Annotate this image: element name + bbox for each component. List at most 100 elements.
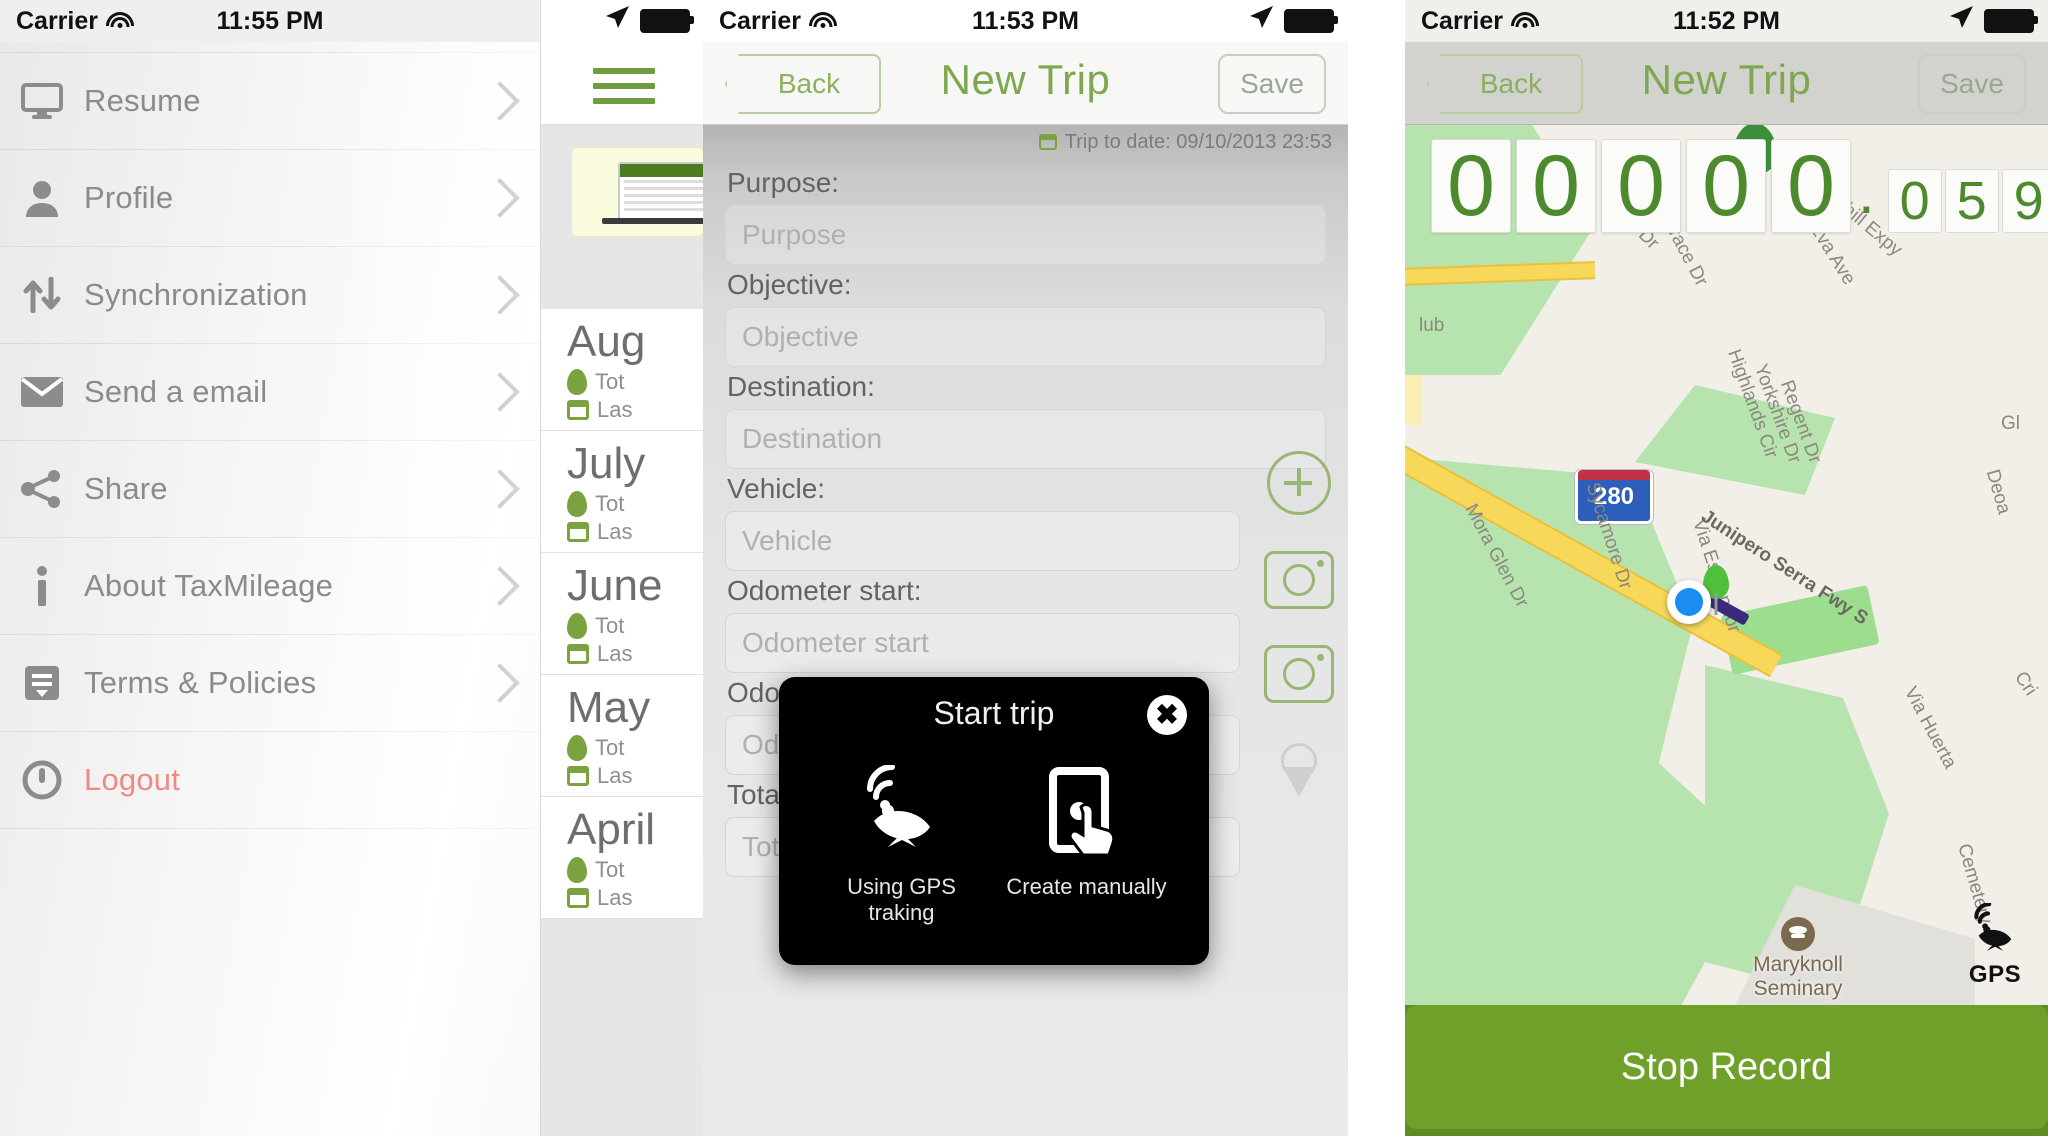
odometer-start-input[interactable]: Odometer start bbox=[725, 613, 1240, 673]
tap-phone-icon bbox=[1002, 758, 1172, 868]
odometer-separator: . bbox=[1858, 159, 1875, 226]
save-button[interactable]: Save bbox=[1218, 54, 1326, 114]
sync-arrows-icon bbox=[0, 277, 84, 313]
sidebar-item-send-a-email[interactable]: Send a email bbox=[0, 344, 540, 441]
form-side-buttons bbox=[1264, 451, 1334, 803]
promo-card[interactable] bbox=[571, 147, 704, 237]
gps-label: GPS bbox=[1968, 961, 2022, 988]
map-label: lub bbox=[1419, 315, 1445, 336]
list-item[interactable]: April Tot Las bbox=[541, 797, 704, 919]
option-gps-tracking[interactable]: Using GPS traking bbox=[817, 758, 987, 926]
close-x-icon[interactable]: ✖ bbox=[1147, 695, 1187, 735]
plus-circle-icon[interactable] bbox=[1267, 451, 1331, 515]
laptop-base bbox=[602, 218, 703, 224]
odometer-digit: 0 bbox=[1601, 139, 1681, 233]
sidebar-item-label: Send a email bbox=[84, 374, 268, 409]
odometer-decimal-digit: 0 bbox=[1887, 169, 1942, 233]
list-item[interactable]: June Tot Las bbox=[541, 553, 704, 675]
list-item[interactable]: Aug Tot Las bbox=[541, 309, 704, 431]
option-create-manually[interactable]: Create manually bbox=[1002, 758, 1172, 926]
objective-input[interactable]: Objective bbox=[725, 307, 1326, 367]
save-button[interactable]: Save bbox=[1918, 54, 2026, 114]
sidebar-item-logout[interactable]: Logout bbox=[0, 732, 540, 829]
battery-icon bbox=[1984, 9, 2038, 33]
month-label: April bbox=[567, 805, 656, 854]
last-label: Las bbox=[597, 763, 633, 788]
calendar-icon bbox=[1038, 134, 1057, 150]
chevron-right-icon bbox=[480, 372, 520, 412]
map-view[interactable]: 280 lub Loyola Mora Dr Terrace Dr Eva Av… bbox=[1405, 125, 2048, 1005]
purpose-input[interactable]: Purpose bbox=[725, 205, 1326, 265]
total-label: Tot bbox=[595, 613, 625, 638]
last-row: Las bbox=[567, 519, 704, 545]
odometer-digit: 0 bbox=[1771, 139, 1851, 233]
last-row: Las bbox=[567, 763, 704, 789]
calendar-icon bbox=[567, 644, 589, 664]
envelope-icon bbox=[0, 376, 84, 408]
panel-new-trip-form: Carrier 11:53 PM Back New Trip Save Trip… bbox=[703, 0, 1348, 1136]
document-icon bbox=[0, 664, 84, 702]
status-bar-right bbox=[1248, 5, 1338, 38]
sidebar-item-share[interactable]: Share bbox=[0, 441, 540, 538]
chevron-right-icon bbox=[480, 81, 520, 121]
clock-label: 11:55 PM bbox=[216, 6, 324, 35]
sidebar-item-label: Resume bbox=[84, 83, 201, 118]
odometer-decimals: 0 5 9 bbox=[1887, 169, 2048, 233]
hamburger-menu-icon[interactable] bbox=[593, 68, 655, 113]
nav-bar: Back New Trip Save bbox=[1405, 42, 2048, 125]
panel-side-menu: Carrier 11:55 PM Resume Profile Synchron… bbox=[0, 0, 540, 1136]
sidebar-item-profile[interactable]: Profile bbox=[0, 150, 540, 247]
panel-gutter bbox=[1348, 0, 1405, 1136]
sidebar-item-terms-policies[interactable]: Terms & Policies bbox=[0, 635, 540, 732]
info-icon bbox=[0, 566, 84, 606]
odometer-decimal-digit: 9 bbox=[2001, 169, 2048, 233]
odometer-digit: 0 bbox=[1686, 139, 1766, 233]
status-bar: Carrier 11:55 PM bbox=[0, 0, 540, 42]
map-pin-route-icon[interactable] bbox=[1270, 739, 1328, 803]
destination-input[interactable]: Destination bbox=[725, 409, 1326, 469]
status-bar: Carrier 11:53 PM bbox=[703, 0, 1348, 42]
map-pin-icon bbox=[567, 735, 587, 761]
screenshot-stage: Carrier 11:55 PM Resume Profile Synchron… bbox=[0, 0, 2048, 1136]
vehicle-input[interactable]: Vehicle bbox=[725, 511, 1240, 571]
map-label: Cri bbox=[2010, 667, 2042, 700]
total-row: Tot bbox=[567, 857, 704, 883]
month-label: June bbox=[567, 561, 663, 610]
last-label: Las bbox=[597, 885, 633, 910]
map-pin-icon bbox=[567, 369, 587, 395]
list-item[interactable]: July Tot Las bbox=[541, 431, 704, 553]
chevron-right-icon bbox=[480, 566, 520, 606]
field-label-objective: Objective: bbox=[727, 269, 852, 300]
status-bar bbox=[541, 0, 704, 42]
camera-icon[interactable] bbox=[1264, 645, 1334, 703]
odometer-digit: 0 bbox=[1516, 139, 1596, 233]
power-icon bbox=[0, 760, 84, 800]
list-item[interactable]: May Tot Las bbox=[541, 675, 704, 797]
sidebar-item-synchronization[interactable]: Synchronization bbox=[0, 247, 540, 344]
option-label: Using GPS traking bbox=[847, 874, 956, 925]
month-label: Aug bbox=[567, 317, 646, 366]
map-pin-icon bbox=[567, 857, 587, 883]
camera-icon[interactable] bbox=[1264, 551, 1334, 609]
sidebar-item-label: Synchronization bbox=[84, 277, 308, 312]
stop-record-button[interactable]: Stop Record bbox=[1405, 1005, 2048, 1129]
last-label: Las bbox=[597, 519, 633, 544]
modal-options: Using GPS traking Create manually bbox=[779, 732, 1209, 926]
person-icon bbox=[0, 179, 84, 217]
sidebar-item-label: Share bbox=[84, 471, 168, 506]
map-pin-icon bbox=[567, 613, 587, 639]
calendar-icon bbox=[567, 522, 589, 542]
trip-date-banner: Trip to date: 09/10/2013 23:53 bbox=[703, 125, 1348, 159]
trip-date-label: Trip to date: 09/10/2013 23:53 bbox=[1064, 130, 1332, 153]
month-label: May bbox=[567, 683, 651, 732]
chevron-right-icon bbox=[480, 275, 520, 315]
panel-trip-list-sliver: Aug Tot Las July Tot Las June Tot Las Ma… bbox=[540, 0, 704, 1136]
sidebar-item-resume[interactable]: Resume bbox=[0, 52, 540, 150]
location-arrow-icon bbox=[1948, 5, 1974, 38]
sidebar-item-about-taxmileage[interactable]: About TaxMileage bbox=[0, 538, 540, 635]
start-trip-modal: Start trip ✖ Using GPS traking Create ma… bbox=[779, 677, 1209, 965]
total-row: Tot bbox=[567, 369, 704, 395]
status-bar-right bbox=[1948, 5, 2038, 38]
total-row: Tot bbox=[567, 491, 704, 517]
poi-label: Maryknoll Seminary bbox=[1753, 953, 1843, 1000]
